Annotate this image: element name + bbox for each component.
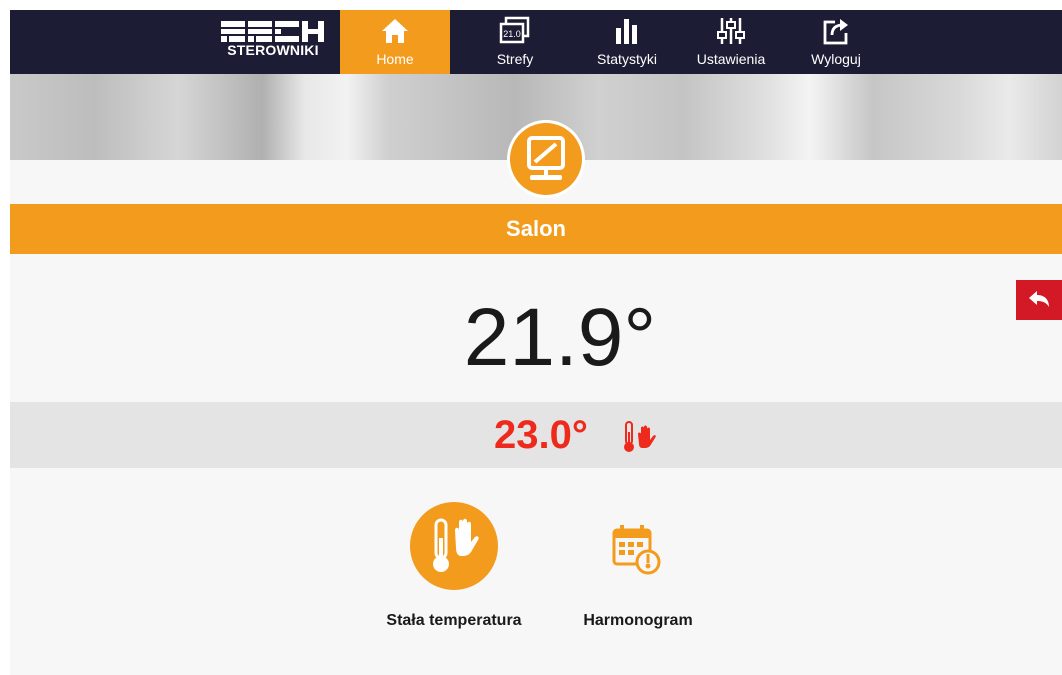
logo-subtitle: STEROWNIKI [227,42,319,58]
setpoint-bar: 23.0° [10,402,1062,468]
thermometer-hand-icon [433,518,479,572]
nav-settings[interactable]: Ustawienia [676,10,786,74]
nav-zones[interactable]: 21.0 Strefy [460,10,570,74]
zones-icon: 21.0 [499,16,530,44]
app-frame: STEROWNIKI Home 21.0 Strefy Statystyki U… [10,10,1062,675]
nav-statistics-label: Statystyki [597,51,657,67]
zone-title: Salon [10,204,1062,254]
zone-display-icon [527,136,565,180]
mode-constant-circle [410,502,498,590]
logout-icon [823,19,848,45]
nav-statistics[interactable]: Statystyki [572,10,682,74]
nav-settings-label: Ustawienia [696,51,766,67]
settings-sliders-icon [717,18,745,44]
nav-home[interactable]: Home [340,10,450,74]
nav-zones-label: Strefy [496,51,534,67]
nav-logout[interactable]: Wyloguj [786,10,886,74]
mode-schedule-label: Harmonogram [583,612,693,629]
home-icon [382,19,408,43]
nav-home-label: Home [376,51,414,67]
tech-logo-mark [221,21,324,42]
calendar-clock-icon [612,525,661,575]
mode-constant-label: Stała temperatura [386,612,522,629]
statistics-icon [616,19,637,44]
zones-icon-badge: 21.0 [503,29,521,39]
current-temperature: 21.9° [463,292,657,383]
top-navigation-bar: STEROWNIKI Home 21.0 Strefy Statystyki U… [10,10,1062,74]
manual-mode-icon [624,421,656,452]
nav-logout-label: Wyloguj [811,51,861,67]
tech-logo[interactable]: STEROWNIKI [218,20,328,64]
zone-icon-badge [507,120,585,198]
setpoint-temperature: 23.0° [494,413,588,457]
